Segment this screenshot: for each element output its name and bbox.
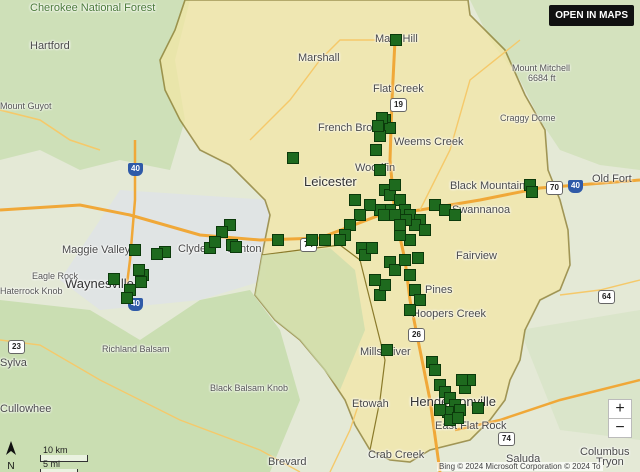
compass-north-icon: N [4,440,18,472]
label-mount-mitchell-elev: 6684 ft [528,73,556,83]
location-marker[interactable] [390,34,402,46]
label-mount-guyot: Mount Guyot [0,101,52,111]
us-route-shield: 19 [390,98,407,112]
location-marker[interactable] [272,234,284,246]
label-cherokee-national-forest: Cherokee National Forest [30,2,156,14]
location-marker[interactable] [404,269,416,281]
us-route-shield: 26 [408,328,425,342]
location-marker[interactable] [129,244,141,256]
location-marker[interactable] [394,219,406,231]
label-marshall: Marshall [298,52,340,64]
label-eagle-rock: Eagle Rock [32,271,79,281]
label-haterrock-knob: Haterrock Knob [0,286,63,296]
label-maggie-valley: Maggie Valley [62,244,131,256]
label-hartford: Hartford [30,40,70,52]
label-richland-balsam: Richland Balsam [102,344,170,354]
label-etowah: Etowah [352,398,389,410]
label-brevard: Brevard [268,456,307,468]
us-route-shield: 70 [546,181,563,195]
location-marker[interactable] [389,179,401,191]
location-marker[interactable] [349,194,361,206]
location-marker[interactable] [381,344,393,356]
scale-bar-mi: 5 mi [40,459,78,472]
location-marker[interactable] [378,209,390,221]
location-marker[interactable] [399,254,411,266]
label-black-balsam-knob: Black Balsam Knob [210,383,289,393]
location-marker[interactable] [372,120,384,132]
location-marker[interactable] [449,209,461,221]
label-weems-creek: Weems Creek [394,136,464,148]
location-marker[interactable] [472,402,484,414]
zoom-out-button[interactable]: − [608,418,632,438]
open-in-maps-button[interactable]: OPEN IN MAPS [549,5,634,26]
location-marker[interactable] [209,236,221,248]
location-marker[interactable] [369,274,381,286]
location-marker[interactable] [135,276,147,288]
compass-label: N [7,461,15,472]
location-marker[interactable] [121,292,133,304]
label-hoopers-creek: Hoopers Creek [412,308,486,320]
map-attribution: Bing © 2024 Microsoft Corporation © 2024… [437,462,603,471]
label-pines: Pines [425,284,453,296]
label-sylva: Sylva [0,357,27,369]
interstate-shield: 40 [568,180,583,193]
location-marker[interactable] [306,234,318,246]
location-marker[interactable] [456,374,468,386]
label-craggy-dome: Craggy Dome [500,113,556,123]
label-crab-creek: Crab Creek [368,449,425,461]
scale-mi-label: 5 mi [43,459,61,469]
us-route-shield: 64 [598,290,615,304]
interstate-shield: 40 [128,163,143,176]
location-marker[interactable] [452,412,464,424]
scale-km-label: 10 km [43,445,68,455]
location-marker[interactable] [108,273,120,285]
location-marker[interactable] [366,242,378,254]
label-clyde: Clyde [178,243,207,255]
label-old-fort: Old Fort [592,173,632,185]
location-marker[interactable] [412,252,424,264]
location-marker[interactable] [334,234,346,246]
zoom-in-button[interactable]: + [608,399,632,419]
location-marker[interactable] [319,234,331,246]
label-fairview: Fairview [456,250,497,262]
location-marker[interactable] [151,248,163,260]
label-black-mountain: Black Mountain [450,180,526,192]
location-marker[interactable] [230,241,242,253]
location-marker[interactable] [133,264,145,276]
location-marker[interactable] [374,164,386,176]
label-leicester: Leicester [304,174,357,189]
map-canvas[interactable]: Cherokee National Forest Hartford Mount … [0,0,640,472]
location-marker[interactable] [429,364,441,376]
label-flat-creek: Flat Creek [373,83,424,95]
location-marker[interactable] [419,224,431,236]
location-marker[interactable] [370,144,382,156]
label-cullowhee: Cullowhee [0,403,52,415]
location-marker[interactable] [287,152,299,164]
location-marker[interactable] [526,186,538,198]
location-marker[interactable] [404,304,416,316]
us-route-shield: 23 [8,340,25,354]
us-route-shield: 74 [498,432,515,446]
